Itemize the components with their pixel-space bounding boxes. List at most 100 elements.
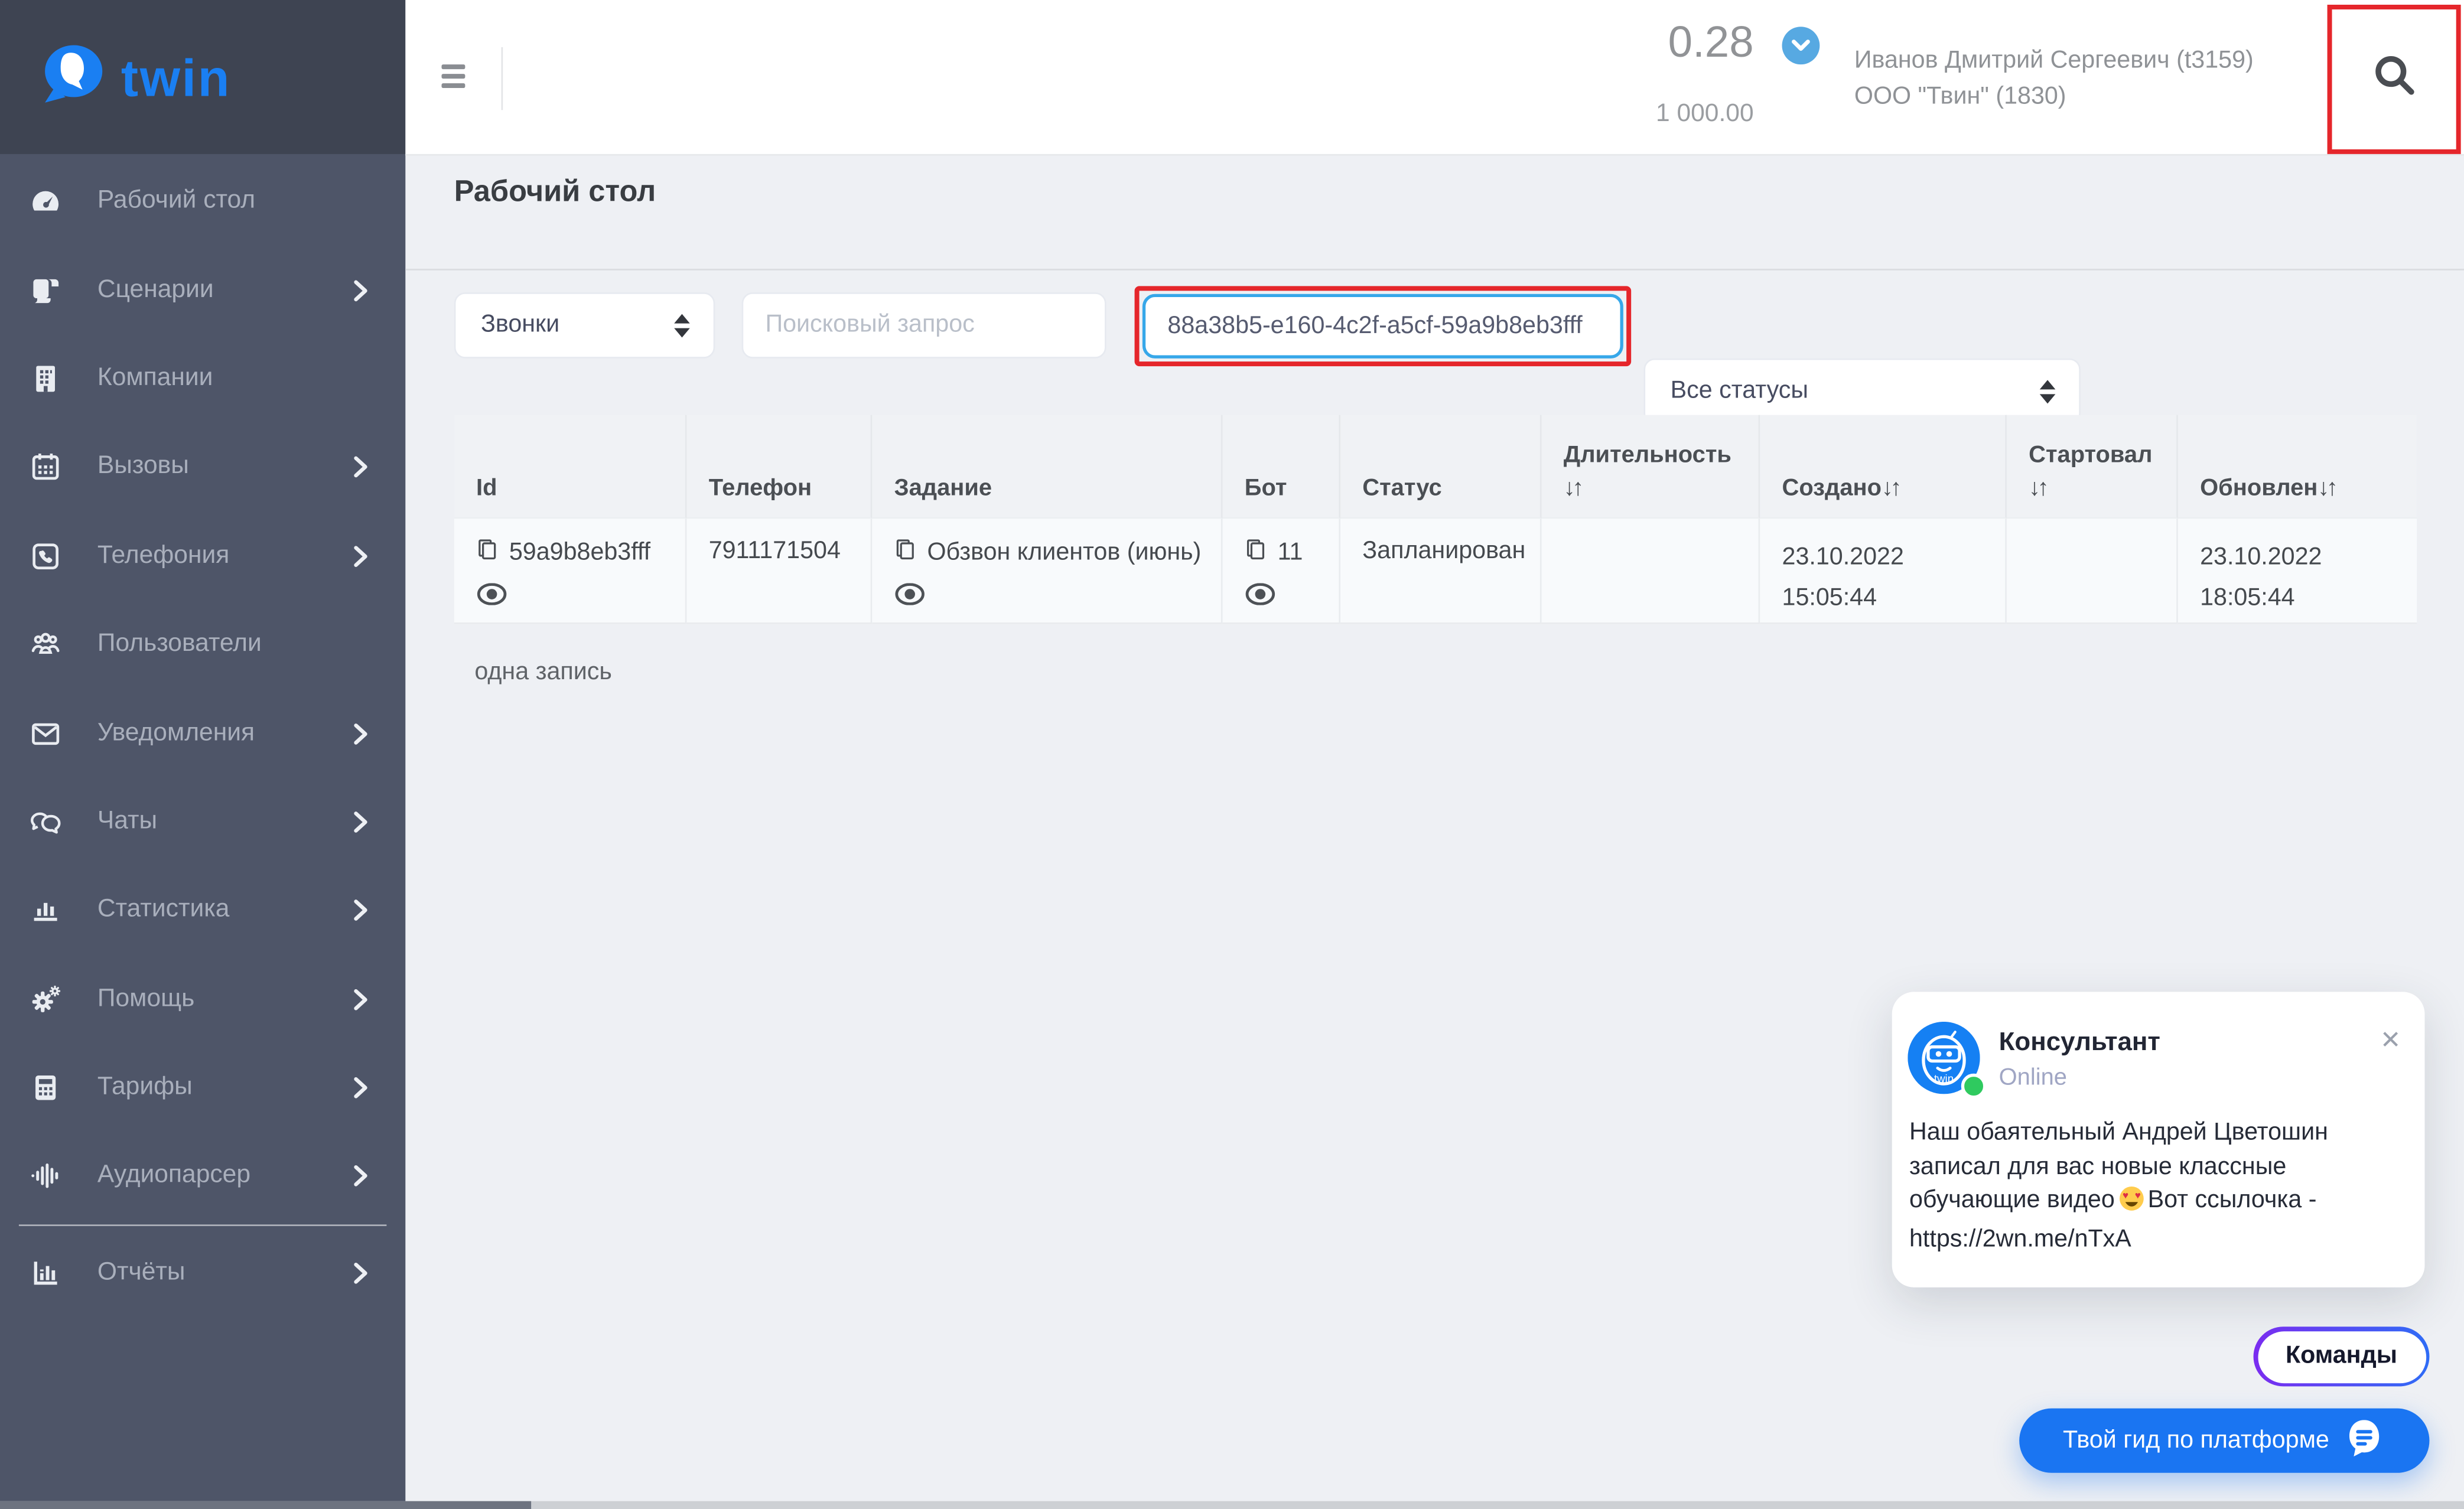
platform-guide-button[interactable]: Твой гид по платформе: [2019, 1409, 2429, 1473]
sidebar-item-label: Отчёты: [97, 1259, 185, 1287]
sidebar-item-scenarios[interactable]: Сценарии: [0, 246, 405, 334]
sidebar-item-help[interactable]: Помощь: [0, 955, 405, 1044]
column-header-started[interactable]: Стартовал ↓↑: [2007, 415, 2178, 519]
notifications-icon: [27, 715, 64, 752]
chevron-right-icon: [354, 811, 368, 833]
sidebar-item-calls[interactable]: Вызовы: [0, 423, 405, 511]
brand-logo[interactable]: twin: [0, 0, 405, 154]
horizontal-scrollbar: [0, 1501, 2464, 1509]
chat-widget: twin Консультант Online ✕ Наш обаятельны…: [1892, 992, 2425, 1287]
header-divider: [502, 47, 503, 110]
svg-text:♥: ♥: [2134, 1190, 2140, 1201]
sidebar-item-label: Чаты: [97, 808, 157, 836]
sidebar-menu: Рабочий стол Сценарии Компании Вызо: [0, 157, 405, 1317]
chat-message: Наш обаятельный Андрей Цветошин записал …: [1909, 1116, 2411, 1257]
sort-icon: ↓↑: [1564, 475, 1749, 501]
sidebar-item-telephony[interactable]: Телефония: [0, 511, 405, 600]
sidebar-item-label: Аудиопарсер: [97, 1162, 250, 1191]
chevron-right-icon: [354, 988, 368, 1010]
sidebar-item-label: Помощь: [97, 985, 194, 1013]
balance-dropdown-button[interactable]: [1782, 27, 1820, 64]
view-icon[interactable]: [1245, 583, 1276, 613]
sidebar-item-label: Вызовы: [97, 453, 189, 481]
search-query-input[interactable]: [743, 294, 1148, 357]
commands-button[interactable]: Команды: [2254, 1327, 2430, 1386]
search-query-field: [742, 292, 1106, 358]
chevron-right-icon: [354, 457, 368, 478]
svg-text:twin: twin: [1934, 1072, 1954, 1084]
sidebar-item-label: Тарифы: [97, 1074, 193, 1102]
column-header-duration[interactable]: Длительность ↓↑: [1542, 415, 1760, 519]
chevron-right-icon: [354, 545, 368, 567]
guide-button-label: Твой гид по платформе: [2063, 1426, 2329, 1455]
status-value: Все статусы: [1671, 377, 1808, 406]
emoji-heart-eyes-icon: ♥♥: [2118, 1186, 2144, 1223]
user-info[interactable]: Иванов Дмитрий Сергеевич (t3159) ООО "Тв…: [1854, 43, 2254, 115]
scrollbar-thumb[interactable]: [0, 1501, 531, 1509]
calls-table: Id Телефон Задание Бот Статус Длительнос…: [454, 415, 2417, 624]
user-company: ООО "Твин" (1830): [1854, 79, 2254, 115]
copy-icon[interactable]: [476, 537, 498, 569]
uuid-field: [1143, 294, 1623, 358]
column-header-id: Id: [454, 415, 687, 519]
brand-name: twin: [121, 51, 231, 103]
cell-status: Запланирован: [1340, 519, 1541, 624]
column-header-status: Статус: [1340, 415, 1541, 519]
cell-updated: 23.10.2022 18:05:44: [2178, 519, 2417, 624]
copy-icon[interactable]: [894, 537, 916, 569]
menu-toggle-button[interactable]: [441, 64, 465, 87]
view-icon[interactable]: [894, 583, 926, 613]
column-header-phone: Телефон: [686, 415, 872, 519]
user-name: Иванов Дмитрий Сергеевич (t3159): [1854, 43, 2254, 79]
commands-button-label: Команды: [2257, 1331, 2426, 1383]
sort-icon: ↓↑: [1882, 475, 1899, 501]
balance-secondary: 1 000.00: [1587, 100, 1754, 129]
sidebar-item-label: Рабочий стол: [97, 187, 255, 216]
search-icon: [2371, 52, 2418, 107]
column-header-updated[interactable]: Обновлен↓↑: [2178, 415, 2417, 519]
chat-bubble-icon: [2343, 1416, 2386, 1466]
uuid-input[interactable]: [1145, 297, 1620, 355]
sidebar-item-label: Компании: [97, 364, 213, 393]
balance-primary: 0.28: [1587, 17, 1754, 67]
column-header-created[interactable]: Создано↓↑: [1760, 415, 2007, 519]
sort-icon: ↓↑: [2029, 475, 2167, 501]
sidebar-item-notifications[interactable]: Уведомления: [0, 689, 405, 778]
chevron-right-icon: [354, 899, 368, 921]
entity-type-select[interactable]: Звонки: [454, 292, 715, 358]
chat-status: Online: [1999, 1064, 2067, 1091]
page-title: Рабочий стол: [454, 176, 656, 211]
table-header-row: Id Телефон Задание Бот Статус Длительнос…: [454, 415, 2417, 519]
cell-created: 23.10.2022 15:05:44: [1760, 519, 2007, 624]
column-header-bot: Бот: [1223, 415, 1341, 519]
view-icon[interactable]: [476, 583, 507, 613]
records-count-label: одна запись: [474, 659, 612, 687]
sidebar-divider: [19, 1224, 386, 1226]
sidebar-item-dashboard[interactable]: Рабочий стол: [0, 157, 405, 246]
help-icon: [27, 980, 64, 1018]
sidebar-item-label: Телефония: [97, 542, 229, 571]
entity-type-value: Звонки: [481, 311, 559, 340]
sidebar-item-tariffs[interactable]: Тарифы: [0, 1044, 405, 1132]
column-header-task: Задание: [872, 415, 1222, 519]
sidebar-item-users[interactable]: Пользователи: [0, 601, 405, 689]
chat-title: Консультант: [1999, 1028, 2160, 1058]
sidebar-item-audioparser[interactable]: Аудиопарсер: [0, 1132, 405, 1221]
sidebar-item-label: Пользователи: [97, 631, 262, 659]
sidebar-item-companies[interactable]: Компании: [0, 334, 405, 423]
cell-id: 59a9b8eb3fff: [454, 519, 687, 624]
sidebar-item-reports[interactable]: Отчёты: [0, 1228, 405, 1317]
copy-icon[interactable]: [1245, 537, 1267, 569]
sidebar-item-statistics[interactable]: Статистика: [0, 866, 405, 955]
sidebar-item-chats[interactable]: Чаты: [0, 778, 405, 866]
tariffs-icon: [27, 1069, 64, 1107]
audioparser-icon: [27, 1158, 64, 1195]
app-window: twin Рабочий стол Сценарии Комп: [0, 0, 2464, 1509]
chevron-right-icon: [354, 1077, 368, 1099]
cell-duration: [1542, 519, 1760, 624]
cell-phone: 7911171504: [686, 519, 872, 624]
search-button-annotation[interactable]: [2328, 5, 2461, 154]
close-icon[interactable]: ✕: [2380, 1025, 2401, 1056]
select-arrows-icon: [2040, 380, 2056, 403]
chevron-down-icon: [1791, 31, 1810, 60]
